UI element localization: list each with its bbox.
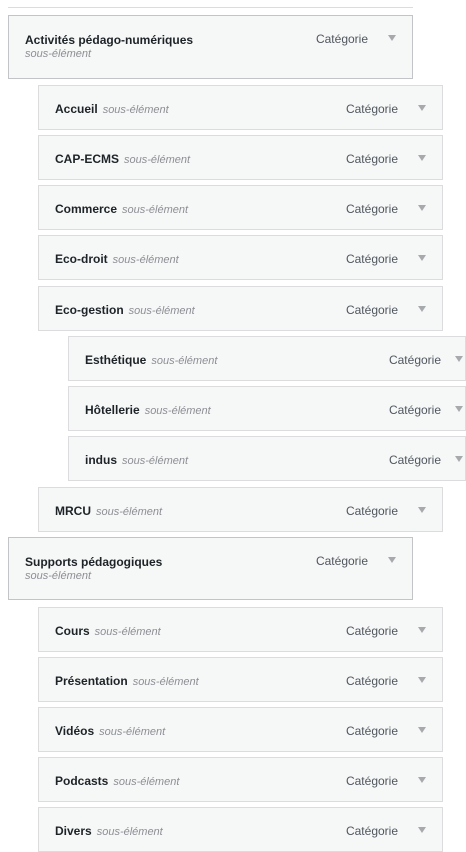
chevron-down-icon[interactable]	[418, 155, 426, 161]
menu-item-title: CAP-ECMS sous-élément	[55, 152, 191, 166]
chevron-down-icon[interactable]	[455, 456, 463, 462]
menu-item-type: Catégorie	[315, 32, 368, 46]
chevron-down-icon[interactable]	[455, 356, 463, 362]
menu-item-title: Eco-droit sous-élément	[55, 252, 179, 266]
menu-item-title: Présentation sous-élément	[55, 674, 199, 688]
menu-item-divers[interactable]: Divers sous-élément Catégorie	[38, 807, 443, 852]
menu-item-type: Catégorie	[315, 554, 368, 568]
menu-item-subtitle: sous-élément	[151, 355, 218, 367]
menu-item-podcasts[interactable]: Podcasts sous-élément Catégorie	[38, 757, 443, 802]
menu-item-presentation[interactable]: Présentation sous-élément Catégorie	[38, 657, 443, 702]
menu-item-type: Catégorie	[388, 453, 441, 467]
menu-item-title: Activités pédago-numériques	[25, 33, 194, 47]
menu-item-subtitle: sous-élément	[94, 626, 161, 638]
chevron-down-icon[interactable]	[418, 777, 426, 783]
menu-item-subtitle: sous-élément	[25, 570, 92, 582]
menu-item-type: Catégorie	[345, 252, 398, 266]
menu-item-subtitle: sous-élément	[96, 826, 163, 838]
menu-item-type: Catégorie	[345, 774, 398, 788]
chevron-down-icon[interactable]	[418, 255, 426, 261]
menu-item-title: Accueil sous-élément	[55, 102, 169, 116]
menu-item-eco-droit[interactable]: Eco-droit sous-élément Catégorie	[38, 235, 443, 280]
chevron-down-icon[interactable]	[418, 627, 426, 633]
menu-item-type: Catégorie	[345, 202, 398, 216]
menu-item-mrcu[interactable]: MRCU sous-élément Catégorie	[38, 487, 443, 532]
menu-item-type: Catégorie	[388, 403, 441, 417]
chevron-down-icon[interactable]	[418, 205, 426, 211]
menu-item-subtitle: sous-élément	[25, 48, 92, 60]
menu-item-type: Catégorie	[345, 303, 398, 317]
top-divider	[8, 7, 413, 8]
menu-item-subtitle: sous-élément	[124, 154, 191, 166]
menu-item-subtitle: sous-élément	[132, 676, 199, 688]
chevron-down-icon[interactable]	[418, 727, 426, 733]
menu-item-cap-ecms[interactable]: CAP-ECMS sous-élément Catégorie	[38, 135, 443, 180]
menu-item-title: Divers sous-élément	[55, 824, 163, 838]
menu-item-hotellerie[interactable]: Hôtellerie sous-élément Catégorie	[68, 386, 466, 431]
menu-item-title: Supports pédagogiques	[25, 555, 163, 569]
menu-item-title: Commerce sous-élément	[55, 202, 189, 216]
chevron-down-icon[interactable]	[418, 306, 426, 312]
menu-item-subtitle: sous-élément	[96, 506, 163, 518]
menu-item-type: Catégorie	[345, 504, 398, 518]
menu-item-subtitle: sous-élément	[113, 776, 180, 788]
chevron-down-icon[interactable]	[388, 557, 396, 563]
menu-item-subtitle: sous-élément	[144, 405, 211, 417]
menu-item-subtitle: sous-élément	[122, 455, 189, 467]
menu-item-title: indus sous-élément	[85, 453, 189, 467]
menu-item-type: Catégorie	[345, 624, 398, 638]
menu-item-subtitle: sous-élément	[128, 305, 195, 317]
menu-item-subtitle: sous-élément	[102, 104, 169, 116]
menu-item-type: Catégorie	[345, 824, 398, 838]
chevron-down-icon[interactable]	[418, 105, 426, 111]
menu-item-title: Podcasts sous-élément	[55, 774, 180, 788]
menu-item-activites-pedago-numeriques[interactable]: Activités pédago-numériques sous-élément…	[8, 15, 413, 79]
menu-item-subtitle: sous-élément	[112, 254, 179, 266]
menu-item-type: Catégorie	[345, 674, 398, 688]
chevron-down-icon[interactable]	[418, 507, 426, 513]
menu-item-title: Vidéos sous-élément	[55, 724, 166, 738]
menu-item-type: Catégorie	[388, 353, 441, 367]
chevron-down-icon[interactable]	[388, 35, 396, 41]
menu-item-indus[interactable]: indus sous-élément Catégorie	[68, 436, 466, 481]
menu-item-esthetique[interactable]: Esthétique sous-élément Catégorie	[68, 336, 466, 381]
chevron-down-icon[interactable]	[455, 406, 463, 412]
menu-item-subtitle: sous-élément	[122, 204, 189, 216]
menu-item-videos[interactable]: Vidéos sous-élément Catégorie	[38, 707, 443, 752]
menu-item-cours[interactable]: Cours sous-élément Catégorie	[38, 607, 443, 652]
menu-item-title: Cours sous-élément	[55, 624, 161, 638]
menu-item-supports-pedagogiques[interactable]: Supports pédagogiques sous-élément Catég…	[8, 537, 413, 600]
menu-item-type: Catégorie	[345, 152, 398, 166]
menu-item-title: Esthétique sous-élément	[85, 353, 218, 367]
chevron-down-icon[interactable]	[418, 827, 426, 833]
menu-item-title: MRCU sous-élément	[55, 504, 163, 518]
menu-item-eco-gestion[interactable]: Eco-gestion sous-élément Catégorie	[38, 286, 443, 331]
menu-item-type: Catégorie	[345, 102, 398, 116]
menu-item-subtitle: sous-élément	[99, 726, 166, 738]
menu-item-type: Catégorie	[345, 724, 398, 738]
menu-item-accueil[interactable]: Accueil sous-élément Catégorie	[38, 85, 443, 130]
menu-item-commerce[interactable]: Commerce sous-élément Catégorie	[38, 185, 443, 230]
chevron-down-icon[interactable]	[418, 677, 426, 683]
menu-item-title: Eco-gestion sous-élément	[55, 303, 195, 317]
menu-item-title: Hôtellerie sous-élément	[85, 403, 211, 417]
